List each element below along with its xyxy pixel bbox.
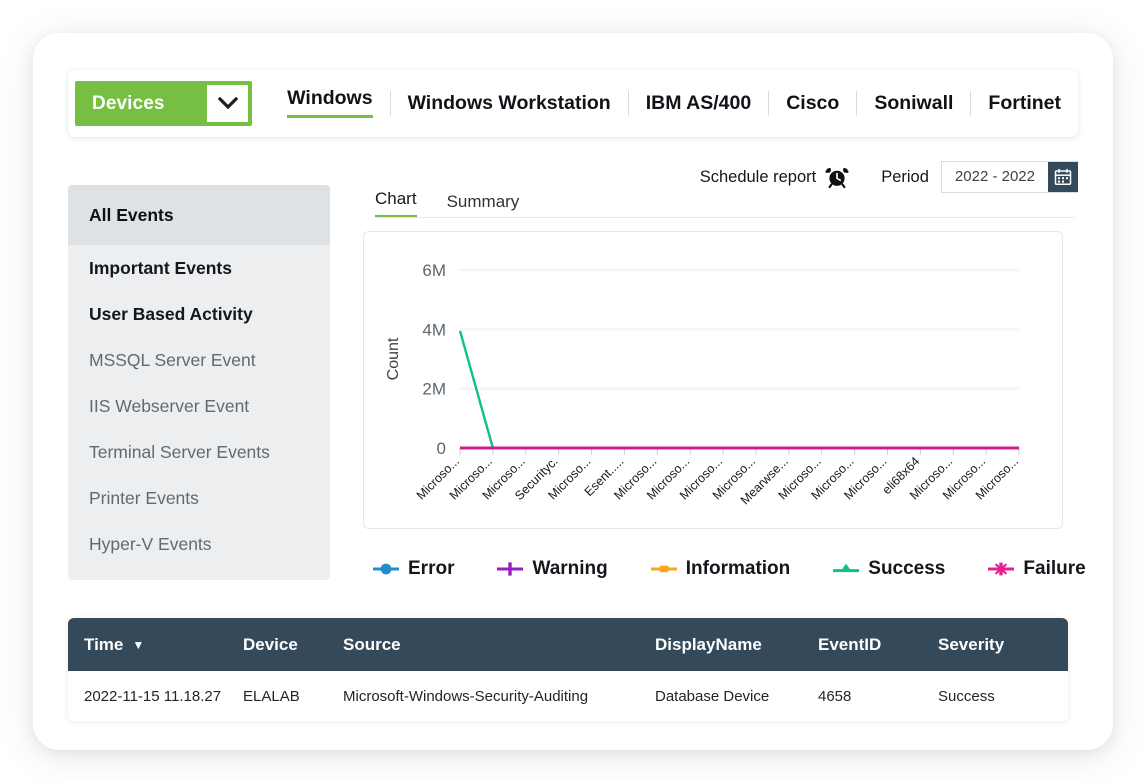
tab-label: Windows Workstation — [408, 94, 611, 114]
tab-chart[interactable]: Chart — [375, 189, 417, 218]
legend-label: Success — [868, 558, 945, 580]
chart-legend: Error Warning Information Success — [372, 553, 1072, 585]
cell-source: Microsoft-Windows-Security-Auditing — [343, 688, 655, 705]
cell-device: ELALAB — [243, 688, 343, 705]
tab-label: IBM AS/400 — [646, 94, 751, 114]
schedule-report-button[interactable]: Schedule report — [700, 165, 850, 189]
tab-fortinet[interactable]: Fortinet — [971, 81, 1078, 126]
legend-marker-triangle-icon — [832, 560, 860, 578]
tab-cisco[interactable]: Cisco — [769, 81, 856, 126]
sidebar-item-iis-webserver-event[interactable]: IIS Webserver Event — [68, 383, 330, 429]
legend-item-error[interactable]: Error — [372, 558, 454, 580]
events-table: Time ▼ Device Source DisplayName EventID… — [68, 618, 1068, 721]
sidebar-item-label: Important Events — [89, 258, 232, 279]
legend-item-failure[interactable]: Failure — [987, 558, 1085, 580]
sort-descending-icon: ▼ — [132, 639, 144, 651]
column-header-eventid[interactable]: EventID — [818, 635, 938, 655]
chevron-down-icon[interactable] — [207, 85, 248, 122]
legend-marker-cross-icon — [987, 560, 1015, 578]
alarm-clock-icon — [825, 165, 849, 189]
column-label: Source — [343, 635, 401, 655]
sidebar-item-important-events[interactable]: Important Events — [68, 245, 330, 291]
table-header-row: Time ▼ Device Source DisplayName EventID… — [68, 618, 1068, 671]
devices-dropdown-label: Devices — [75, 93, 165, 115]
column-header-device[interactable]: Device — [243, 635, 343, 655]
svg-text:Count: Count — [385, 337, 402, 380]
app-root: Devices Windows Windows Workstation IBM … — [0, 0, 1146, 783]
table-row[interactable]: 2022-11-15 11.18.27 ELALAB Microsoft-Win… — [68, 671, 1068, 721]
sidebar-item-label: All Events — [89, 205, 174, 226]
tab-windows-workstation[interactable]: Windows Workstation — [391, 81, 628, 126]
chart-tabs-divider — [375, 217, 1075, 218]
legend-label: Error — [408, 558, 454, 580]
column-header-source[interactable]: Source — [343, 635, 655, 655]
period-label: Period — [881, 168, 929, 187]
period-field[interactable]: 2022 - 2022 — [941, 161, 1078, 193]
tab-label: Soniwall — [874, 94, 953, 114]
legend-marker-plus-icon — [496, 560, 524, 578]
sidebar-item-label: User Based Activity — [89, 304, 253, 325]
calendar-icon[interactable] — [1048, 162, 1078, 192]
legend-item-success[interactable]: Success — [832, 558, 945, 580]
sidebar-item-label: MSSQL Server Event — [89, 350, 256, 371]
sidebar-item-printer-events[interactable]: Printer Events — [68, 475, 330, 521]
legend-marker-circle-icon — [372, 560, 400, 578]
cell-time: 2022-11-15 11.18.27 — [68, 688, 243, 705]
sidebar-item-user-based-activity[interactable]: User Based Activity — [68, 291, 330, 337]
legend-item-warning[interactable]: Warning — [496, 558, 607, 580]
column-label: Time — [84, 635, 123, 655]
column-header-time[interactable]: Time ▼ — [68, 635, 243, 655]
sidebar-item-label: IIS Webserver Event — [89, 396, 249, 417]
svg-text:2M: 2M — [422, 380, 446, 399]
column-label: Severity — [938, 635, 1004, 655]
sidebar-item-label: Hyper-V Events — [89, 534, 212, 555]
schedule-report-label: Schedule report — [700, 168, 817, 187]
cell-severity: Success — [938, 688, 1058, 705]
cell-eventid: 4658 — [818, 688, 938, 705]
events-chart-card: 02M4M6MCountMicroso...Microso...Microso.… — [363, 231, 1063, 529]
cell-displayname: Database Device — [655, 688, 818, 705]
legend-marker-dash-icon — [650, 560, 678, 578]
sidebar-item-label: Terminal Server Events — [89, 442, 270, 463]
legend-label: Failure — [1023, 558, 1085, 580]
column-header-displayname[interactable]: DisplayName — [655, 635, 818, 655]
tab-label: Windows — [287, 89, 372, 119]
svg-text:0: 0 — [437, 439, 446, 458]
events-sidebar: All Events Important Events User Based A… — [68, 185, 330, 580]
legend-item-information[interactable]: Information — [650, 558, 791, 580]
column-label: EventID — [818, 635, 881, 655]
legend-label: Warning — [532, 558, 607, 580]
tab-soniwall[interactable]: Soniwall — [857, 81, 970, 126]
column-header-severity[interactable]: Severity — [938, 635, 1058, 655]
period-value: 2022 - 2022 — [942, 163, 1048, 191]
sidebar-item-label: Printer Events — [89, 488, 199, 509]
tab-summary[interactable]: Summary — [447, 192, 520, 218]
tab-label: Summary — [447, 192, 520, 211]
events-line-chart: 02M4M6MCountMicroso...Microso...Microso.… — [364, 232, 1062, 528]
tab-label: Cisco — [786, 94, 839, 114]
column-label: Device — [243, 635, 298, 655]
chart-view-tabs: Chart Summary — [375, 190, 1075, 218]
tab-label: Chart — [375, 189, 417, 208]
tab-ibm-as400[interactable]: IBM AS/400 — [629, 81, 768, 126]
sidebar-item-mssql-server-event[interactable]: MSSQL Server Event — [68, 337, 330, 383]
svg-text:6M: 6M — [422, 261, 446, 280]
svg-text:4M: 4M — [422, 320, 446, 339]
devices-dropdown[interactable]: Devices — [75, 81, 252, 126]
tab-label: Fortinet — [988, 94, 1061, 114]
sidebar-item-terminal-server-events[interactable]: Terminal Server Events — [68, 429, 330, 475]
sidebar-item-hyper-v-events[interactable]: Hyper-V Events — [68, 521, 330, 567]
device-type-tabs: Windows Windows Workstation IBM AS/400 C… — [270, 81, 1078, 126]
tab-windows[interactable]: Windows — [270, 81, 389, 126]
top-navigation-bar: Devices Windows Windows Workstation IBM … — [68, 70, 1078, 137]
column-label: DisplayName — [655, 635, 762, 655]
sidebar-item-all-events[interactable]: All Events — [68, 185, 330, 245]
legend-label: Information — [686, 558, 791, 580]
